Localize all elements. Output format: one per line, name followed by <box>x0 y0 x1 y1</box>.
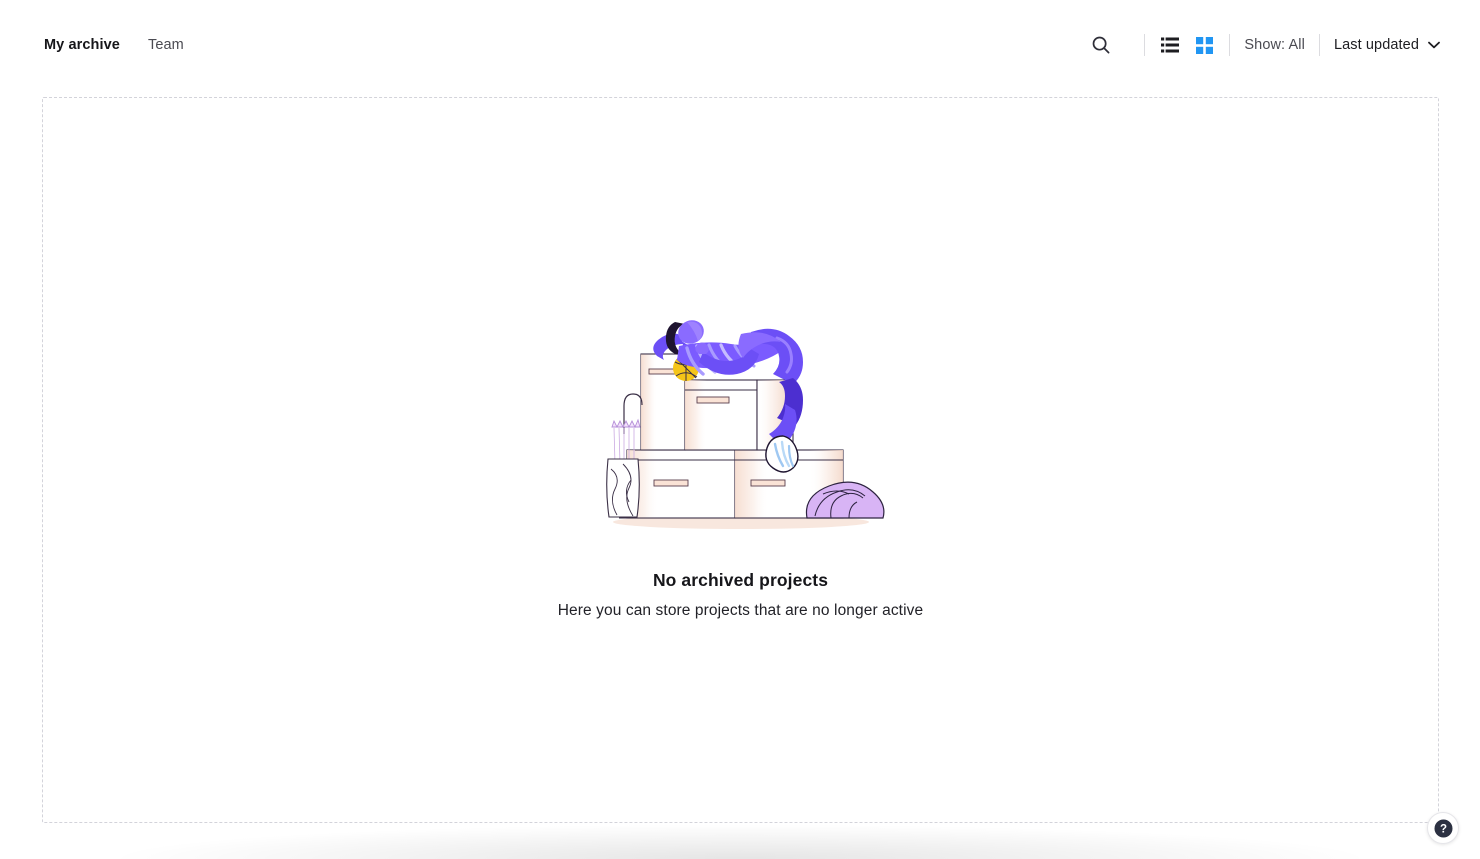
empty-state-subtitle: Here you can store projects that are no … <box>557 602 924 619</box>
tab-team[interactable]: Team <box>146 34 186 57</box>
divider-2 <box>1229 34 1231 56</box>
list-view-button[interactable] <box>1159 34 1181 56</box>
header-controls: Show: All Last updated <box>1086 0 1440 90</box>
tab-team-label: Team <box>147 36 184 53</box>
chevron-down-icon <box>1428 41 1440 49</box>
search-button[interactable] <box>1086 30 1116 60</box>
page-header: My archive Team Show: All Last updated <box>0 0 1480 90</box>
bottom-shadow <box>120 825 1360 859</box>
archive-boxes-illustration <box>605 320 884 529</box>
archive-content-panel: No archived projects Here you can store … <box>42 97 1439 823</box>
list-view-icon <box>1161 37 1180 53</box>
search-icon <box>1093 36 1110 54</box>
box-bottom-left <box>625 449 736 519</box>
question-mark-icon: ? <box>1434 819 1452 837</box>
tab-my-archive[interactable]: My archive <box>42 34 122 57</box>
view-toggle-group <box>1159 34 1215 56</box>
tab-my-archive-label: My archive <box>44 36 120 53</box>
nav-tabs: My archive Team <box>42 34 186 57</box>
svg-text:?: ? <box>1439 823 1446 835</box>
divider-3 <box>1318 34 1320 56</box>
grid-view-icon <box>1195 36 1213 54</box>
empty-state-title: No archived projects <box>652 570 829 590</box>
grid-view-button[interactable] <box>1193 34 1215 56</box>
sort-dropdown-label: Last updated <box>1333 37 1419 53</box>
archive-page: My archive Team Show: All Last updated N… <box>0 0 1480 859</box>
sort-dropdown[interactable]: Last updated <box>1334 37 1440 53</box>
show-filter[interactable]: Show: All <box>1244 37 1305 53</box>
empty-state: No archived projects Here you can store … <box>43 294 1438 620</box>
divider-1 <box>1144 34 1146 56</box>
help-button[interactable]: ? <box>1427 812 1459 844</box>
box-mid-center <box>683 379 758 451</box>
